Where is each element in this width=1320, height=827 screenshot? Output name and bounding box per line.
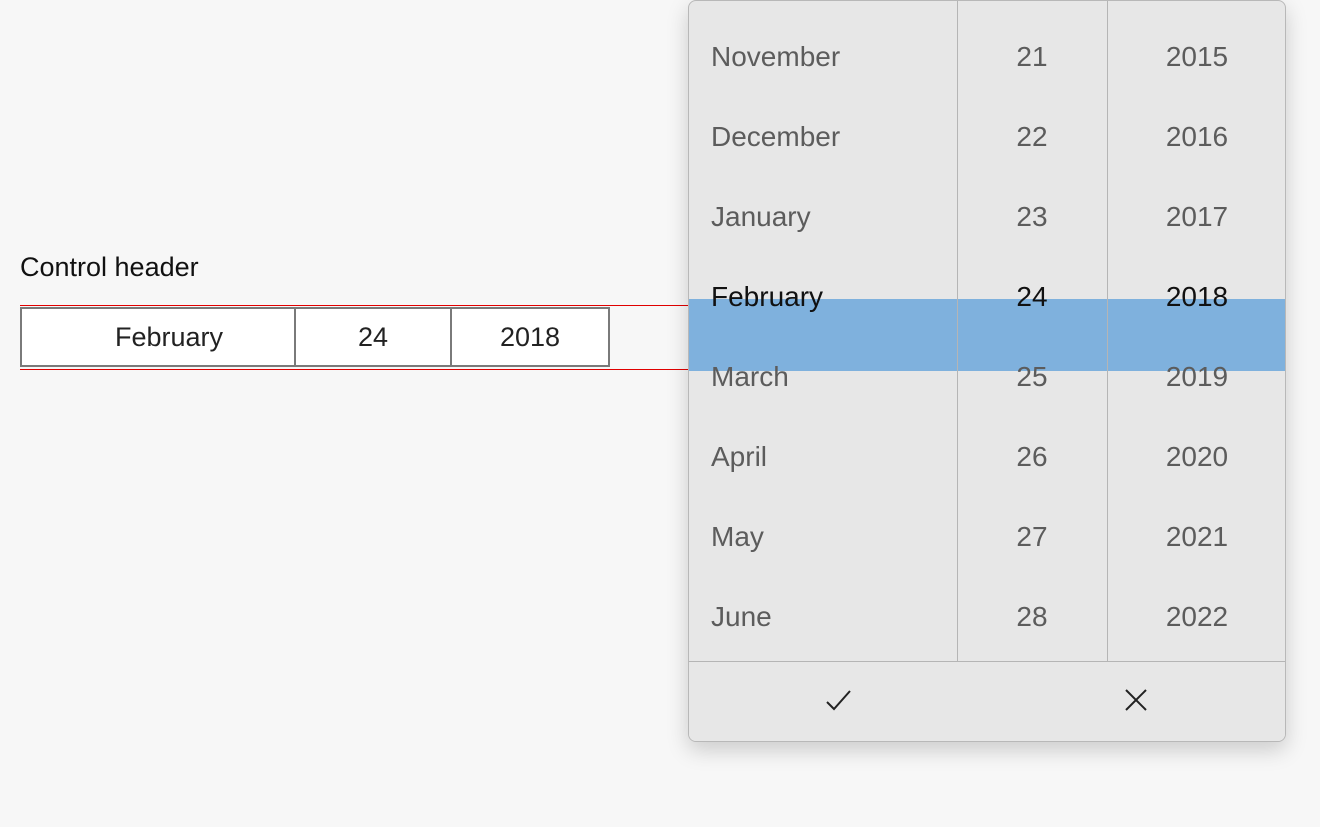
day-wheel-item[interactable]: 22 (957, 97, 1107, 177)
month-wheel-item[interactable]: October (689, 1, 957, 17)
month-wheel-item[interactable]: April (689, 417, 957, 497)
year-wheel-item[interactable]: 2018 (1107, 257, 1285, 337)
month-wheel-item[interactable]: May (689, 497, 957, 577)
month-wheel-item[interactable]: March (689, 337, 957, 417)
day-wheel-item[interactable]: 26 (957, 417, 1107, 497)
day-wheel-item[interactable]: 27 (957, 497, 1107, 577)
month-wheel[interactable]: OctoberNovemberDecemberJanuaryFebruaryMa… (689, 1, 957, 657)
checkmark-icon (822, 684, 854, 719)
day-wheel-item[interactable]: 24 (957, 257, 1107, 337)
date-field-month[interactable]: February (22, 309, 296, 365)
date-picker-wheels: OctoberNovemberDecemberJanuaryFebruaryMa… (689, 1, 1285, 663)
control-header-label: Control header (20, 252, 199, 283)
date-field-year[interactable]: 2018 (452, 309, 608, 365)
month-wheel-item[interactable]: June (689, 577, 957, 657)
year-wheel[interactable]: 201420152016201720182019202020212022 (1107, 1, 1285, 657)
date-picker-actions (689, 661, 1285, 741)
year-wheel-item[interactable]: 2015 (1107, 17, 1285, 97)
date-picker-popup: OctoberNovemberDecemberJanuaryFebruaryMa… (688, 0, 1286, 742)
accept-button[interactable] (689, 662, 987, 741)
day-wheel-item[interactable]: 20 (957, 1, 1107, 17)
month-wheel-item[interactable]: November (689, 17, 957, 97)
month-wheel-item[interactable]: December (689, 97, 957, 177)
month-wheel-item[interactable]: February (689, 257, 957, 337)
date-picker-field[interactable]: February 24 2018 (20, 307, 610, 367)
date-field-day[interactable]: 24 (296, 309, 452, 365)
year-wheel-item[interactable]: 2022 (1107, 577, 1285, 657)
year-wheel-item[interactable]: 2014 (1107, 1, 1285, 17)
year-wheel-item[interactable]: 2021 (1107, 497, 1285, 577)
year-wheel-item[interactable]: 2020 (1107, 417, 1285, 497)
close-icon (1120, 684, 1152, 719)
month-wheel-item[interactable]: January (689, 177, 957, 257)
year-wheel-item[interactable]: 2017 (1107, 177, 1285, 257)
day-wheel-item[interactable]: 28 (957, 577, 1107, 657)
cancel-button[interactable] (987, 662, 1285, 741)
day-wheel-item[interactable]: 23 (957, 177, 1107, 257)
day-wheel-item[interactable]: 21 (957, 17, 1107, 97)
day-wheel[interactable]: 202122232425262728 (957, 1, 1107, 657)
year-wheel-item[interactable]: 2016 (1107, 97, 1285, 177)
year-wheel-item[interactable]: 2019 (1107, 337, 1285, 417)
day-wheel-item[interactable]: 25 (957, 337, 1107, 417)
